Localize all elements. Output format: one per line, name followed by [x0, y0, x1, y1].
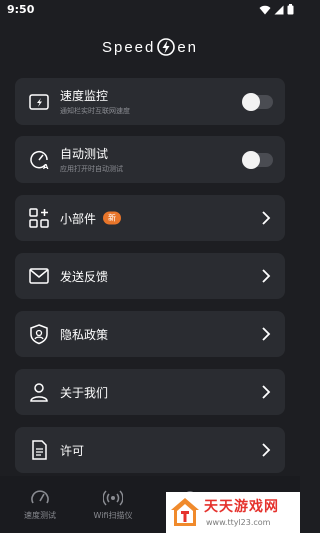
status-bar: 9:50	[0, 0, 300, 20]
cell-signal-icon	[274, 5, 284, 14]
license-title: 许可	[60, 444, 85, 458]
about-card[interactable]: 关于我们	[15, 369, 285, 415]
speed-monitor-title: 速度监控	[60, 89, 109, 103]
about-title: 关于我们	[60, 386, 109, 400]
new-badge: 新	[103, 211, 121, 225]
auto-test-toggle[interactable]	[242, 150, 273, 169]
svg-text:A: A	[43, 163, 49, 171]
speed-monitor-toggle[interactable]	[242, 92, 273, 111]
auto-test-subtitle: 应用打开时自动测试	[60, 165, 123, 173]
feedback-card[interactable]: 发送反馈	[15, 253, 285, 299]
feedback-title: 发送反馈	[60, 270, 109, 284]
privacy-card[interactable]: 隐私政策	[15, 311, 285, 357]
watermark-url: www.ttyl23.com	[206, 518, 271, 527]
document-icon	[32, 440, 47, 460]
app-logo: Speed en	[0, 36, 300, 58]
nav-wifi-scanner[interactable]: Wifi扫描仪	[73, 476, 153, 533]
auto-test-title: 自动测试	[60, 147, 109, 161]
license-card[interactable]: 许可	[15, 427, 285, 473]
battery-icon	[287, 4, 294, 15]
watermark: 天天游戏网 www.ttyl23.com	[166, 492, 300, 533]
person-icon	[30, 383, 48, 402]
status-icons	[259, 4, 294, 15]
chevron-right-icon	[262, 327, 271, 341]
wifi-signal-icon	[259, 5, 271, 14]
nav-speed-test[interactable]: 速度测试	[0, 476, 80, 533]
watermark-house-logo-icon	[171, 498, 199, 526]
chevron-right-icon	[262, 443, 271, 457]
toggle-knob	[242, 92, 260, 111]
logo-text-right: en	[177, 38, 199, 56]
chevron-right-icon	[262, 269, 271, 283]
mail-icon	[29, 268, 49, 284]
privacy-title: 隐私政策	[60, 328, 109, 342]
widgets-title: 小部件	[60, 212, 97, 226]
speed-monitor-subtitle: 通知栏实时互联网速度	[60, 107, 130, 115]
chevron-right-icon	[262, 211, 271, 225]
nav-speed-test-label: 速度测试	[24, 511, 56, 520]
speed-monitor-icon	[29, 93, 49, 110]
speed-monitor-card[interactable]: 速度监控 通知栏实时互联网速度	[15, 78, 285, 125]
status-time: 9:50	[7, 3, 35, 16]
auto-test-icon: A	[30, 150, 49, 171]
widgets-card[interactable]: 小部件 新	[15, 195, 285, 241]
nav-wifi-scanner-label: Wifi扫描仪	[93, 511, 133, 520]
chevron-right-icon	[262, 385, 271, 399]
logo-text-left: Speed	[101, 38, 156, 56]
lightning-bolt-icon	[157, 38, 176, 56]
shield-icon	[30, 324, 48, 345]
widgets-grid-icon	[29, 208, 49, 228]
speedometer-icon	[31, 490, 49, 504]
watermark-text: 天天游戏网	[204, 499, 279, 515]
wifi-scanner-icon	[103, 490, 123, 506]
toggle-knob	[242, 150, 260, 169]
auto-test-card[interactable]: A 自动测试 应用打开时自动测试	[15, 136, 285, 183]
